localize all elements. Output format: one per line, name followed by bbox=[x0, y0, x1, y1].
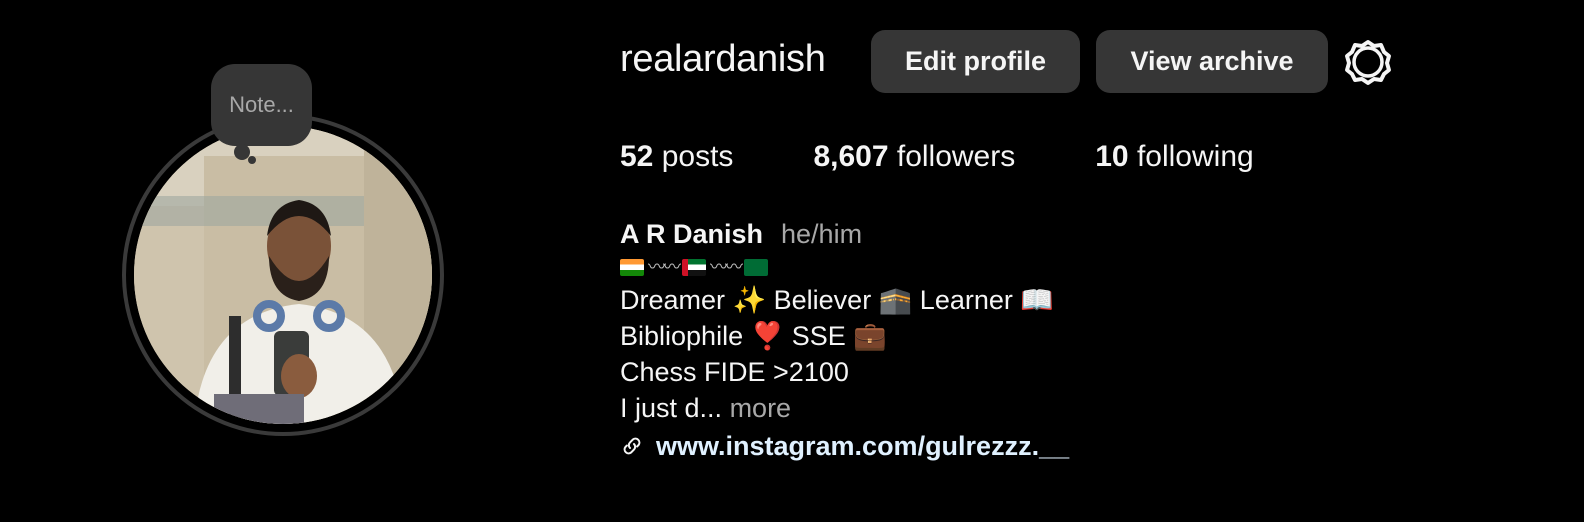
following-number: 10 bbox=[1095, 140, 1129, 173]
username: realardanish bbox=[620, 38, 826, 80]
saudi-flag-icon bbox=[744, 258, 768, 276]
note-bubble[interactable]: Note... bbox=[211, 64, 312, 146]
display-name: A R Danish bbox=[620, 219, 764, 249]
posts-label: posts bbox=[661, 140, 734, 173]
posts-count: 52 posts bbox=[620, 140, 733, 174]
pronouns: he/him bbox=[781, 219, 863, 249]
note-tail-small bbox=[248, 156, 256, 164]
link-icon bbox=[623, 437, 641, 455]
note-placeholder: Note... bbox=[229, 92, 294, 117]
name-row: A R Danish he/him bbox=[620, 216, 1069, 252]
followers-number: 8,607 bbox=[813, 140, 889, 173]
avatar-photo bbox=[134, 126, 432, 424]
followers-label: followers bbox=[896, 140, 1016, 173]
avatar[interactable] bbox=[134, 126, 432, 424]
flags-row: 〰〰 〰〰 bbox=[620, 252, 1069, 282]
bio-link-row[interactable]: www.instagram.com/gulrezzz.__ bbox=[620, 428, 1069, 464]
settings-gear-icon[interactable] bbox=[1344, 38, 1392, 86]
more-link[interactable]: more bbox=[730, 393, 792, 423]
profile-avatar-ring[interactable] bbox=[122, 114, 444, 436]
india-flag-icon bbox=[620, 258, 644, 276]
bio-line: Dreamer ✨ Believer 🕋 Learner 📖 bbox=[620, 285, 1054, 315]
profile-bio: A R Danish he/him 〰〰 〰〰 Dreamer ✨ Believe… bbox=[620, 216, 1069, 464]
posts-number: 52 bbox=[620, 140, 654, 173]
view-archive-button[interactable]: View archive bbox=[1096, 30, 1328, 93]
following-label: following bbox=[1136, 140, 1254, 173]
bio-truncated-line: I just d... more bbox=[620, 390, 1069, 426]
wave-icon: 〰〰 bbox=[710, 257, 743, 277]
bio-link[interactable]: www.instagram.com/gulrezzz.__ bbox=[656, 428, 1069, 464]
bio-truncated-text: I just d... bbox=[620, 393, 723, 423]
following-link[interactable]: 10 following bbox=[1095, 140, 1253, 174]
edit-profile-button[interactable]: Edit profile bbox=[871, 30, 1080, 93]
bio-line: Bibliophile ❣️ SSE 💼 bbox=[620, 321, 887, 351]
wave-icon: 〰〰 bbox=[648, 257, 681, 277]
bio-line: Chess FIDE >2100 bbox=[620, 357, 849, 387]
profile-stats: 52 posts 8,607 followers 10 following bbox=[620, 140, 1334, 174]
followers-link[interactable]: 8,607 followers bbox=[813, 140, 1015, 174]
uae-flag-icon bbox=[682, 258, 706, 276]
